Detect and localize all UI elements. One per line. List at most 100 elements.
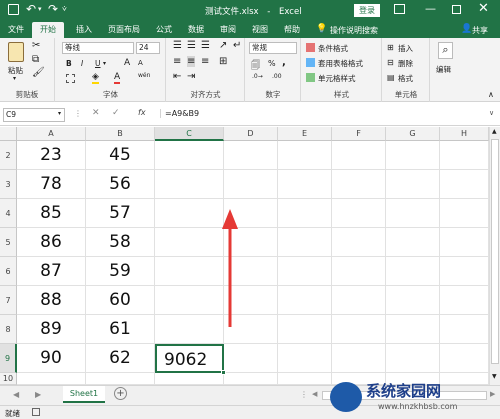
share-button[interactable]: 共享 — [472, 25, 488, 36]
cell-b4[interactable]: 57 — [86, 199, 155, 228]
increase-indent-icon[interactable]: ⇥ — [187, 71, 195, 82]
cell-styles-button[interactable]: 单元格样式 — [318, 73, 356, 84]
number-format-dropdown[interactable]: 常规 — [249, 42, 297, 54]
column-header-a[interactable]: A — [17, 127, 86, 141]
cell-c3[interactable] — [155, 170, 224, 199]
format-as-table-icon[interactable] — [306, 58, 315, 67]
cell-h2[interactable] — [440, 141, 489, 170]
paste-icon[interactable] — [8, 42, 24, 62]
ribbon-display-options-icon[interactable] — [394, 4, 405, 14]
cell-h3[interactable] — [440, 170, 489, 199]
login-button[interactable]: 登录 — [354, 4, 380, 17]
underline-button[interactable]: U — [95, 59, 101, 68]
cell-f5[interactable] — [332, 228, 386, 257]
cell-e5[interactable] — [278, 228, 332, 257]
align-bottom-icon[interactable]: ☰ — [201, 40, 210, 51]
cell-e6[interactable] — [278, 257, 332, 286]
conditional-formatting-button[interactable]: 条件格式 — [318, 43, 348, 54]
cell-c2[interactable] — [155, 141, 224, 170]
cell-f3[interactable] — [332, 170, 386, 199]
column-header-d[interactable]: D — [224, 127, 278, 141]
undo-icon[interactable]: ↶ — [26, 2, 36, 16]
cell-c8[interactable] — [155, 315, 224, 344]
cell-f7[interactable] — [332, 286, 386, 315]
wrap-text-icon[interactable]: ↵ — [233, 40, 241, 51]
row-header[interactable]: 8 — [0, 315, 17, 344]
decrease-decimal-icon[interactable]: .00 — [272, 73, 282, 80]
customize-qat-icon[interactable]: ⩒ — [62, 4, 67, 14]
next-sheet-icon[interactable]: ▶ — [35, 390, 41, 399]
cell-b5[interactable]: 58 — [86, 228, 155, 257]
cell-g7[interactable] — [386, 286, 440, 315]
select-all-corner[interactable] — [0, 127, 17, 141]
conditional-formatting-icon[interactable] — [306, 43, 315, 52]
cell-c7[interactable] — [155, 286, 224, 315]
paste-dropdown-icon[interactable]: ▾ — [13, 75, 16, 82]
cell-a9[interactable]: 90 — [17, 344, 86, 373]
grow-font-button[interactable]: A — [124, 58, 130, 68]
tab-page-layout[interactable]: 页面布局 — [104, 22, 144, 38]
phonetic-icon[interactable]: wén — [138, 72, 150, 79]
increase-decimal-icon[interactable]: .0→ — [252, 73, 263, 80]
row-header[interactable]: 9 — [0, 344, 17, 373]
redo-icon[interactable]: ↷ — [48, 2, 58, 16]
insert-function-button[interactable]: fx — [138, 108, 146, 117]
row-header[interactable]: 7 — [0, 286, 17, 315]
align-right-icon[interactable]: ≡ — [201, 56, 209, 67]
format-as-table-button[interactable]: 套用表格格式 — [318, 58, 363, 69]
cell-a10[interactable] — [17, 373, 86, 385]
tab-formulas[interactable]: 公式 — [152, 22, 176, 38]
tell-me-search[interactable]: 操作说明搜索 — [330, 25, 378, 36]
cell-g6[interactable] — [386, 257, 440, 286]
row-header[interactable]: 6 — [0, 257, 17, 286]
font-size-dropdown[interactable]: 24 — [136, 42, 160, 54]
cell-e4[interactable] — [278, 199, 332, 228]
borders-icon[interactable] — [66, 74, 75, 83]
expand-formula-icon[interactable]: ∨ — [489, 109, 494, 117]
cell-f8[interactable] — [332, 315, 386, 344]
row-header[interactable]: 5 — [0, 228, 17, 257]
format-painter-icon[interactable]: 🖌 — [32, 67, 45, 78]
maximize-icon[interactable] — [452, 5, 461, 14]
cell-c6[interactable] — [155, 257, 224, 286]
column-header-h[interactable]: H — [440, 127, 489, 141]
cell-b2[interactable]: 45 — [86, 141, 155, 170]
macro-record-icon[interactable] — [32, 408, 40, 416]
tab-help[interactable]: 帮助 — [280, 22, 304, 38]
hscroll-left-icon[interactable]: ◀ — [312, 390, 317, 398]
cell-b10[interactable] — [86, 373, 155, 385]
copy-icon[interactable]: ⧉ — [32, 54, 39, 65]
cell-a4[interactable]: 85 — [17, 199, 86, 228]
cell-b6[interactable]: 59 — [86, 257, 155, 286]
cell-f4[interactable] — [332, 199, 386, 228]
row-header[interactable]: 10 — [0, 373, 17, 385]
scroll-up-icon[interactable]: ▲ — [492, 128, 497, 135]
cell-g9[interactable] — [386, 344, 440, 373]
column-header-e[interactable]: E — [278, 127, 332, 141]
cell-a2[interactable]: 23 — [17, 141, 86, 170]
column-header-c[interactable]: C — [155, 127, 224, 141]
collapse-ribbon-icon[interactable]: ∧ — [488, 90, 494, 99]
row-header[interactable]: 2 — [0, 141, 17, 170]
save-icon[interactable] — [8, 4, 19, 15]
sheet-options-icon[interactable]: ⋮ — [300, 390, 308, 399]
format-cells-button[interactable]: 格式 — [398, 73, 413, 84]
cell-g4[interactable] — [386, 199, 440, 228]
cell-d9[interactable] — [224, 344, 278, 373]
decrease-indent-icon[interactable]: ⇤ — [173, 71, 181, 82]
align-top-icon[interactable]: ☰ — [173, 40, 182, 51]
cell-f6[interactable] — [332, 257, 386, 286]
tab-data[interactable]: 数据 — [184, 22, 208, 38]
cell-h9[interactable] — [440, 344, 489, 373]
align-middle-icon[interactable]: ☰ — [187, 40, 196, 51]
comma-style-button[interactable]: , — [282, 57, 286, 68]
font-name-dropdown[interactable]: 等线 — [62, 42, 134, 54]
vertical-scrollbar[interactable]: ▲ ▼ — [489, 127, 500, 385]
cell-g8[interactable] — [386, 315, 440, 344]
cell-e9[interactable] — [278, 344, 332, 373]
cell-e10[interactable] — [278, 373, 332, 385]
cell-c5[interactable] — [155, 228, 224, 257]
minimize-icon[interactable]: — — [425, 2, 436, 15]
accounting-format-icon[interactable]: 🗐 — [251, 58, 260, 74]
bold-button[interactable]: B — [66, 59, 72, 68]
